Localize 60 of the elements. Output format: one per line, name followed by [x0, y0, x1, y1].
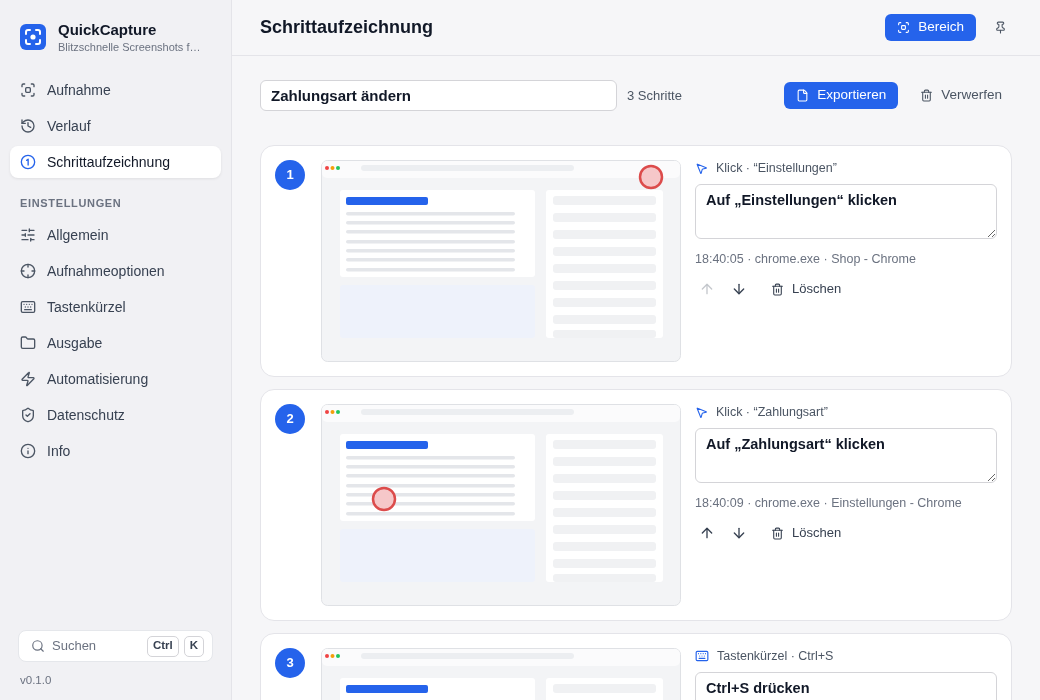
- recording-name-field[interactable]: Zahlungsart ändern: [260, 80, 617, 111]
- step-meta: 18:40:09 · chrome.exe · Einstellungen - Chrome: [695, 495, 963, 511]
- trash-icon: [771, 282, 784, 296]
- keyboard-icon: [20, 299, 36, 315]
- sidebar-item[interactable]: Allgemein: [10, 219, 221, 251]
- step-number: 3: [275, 648, 305, 678]
- search-icon: [31, 639, 45, 653]
- numbered-circle-icon: [20, 154, 36, 170]
- search-field[interactable]: Suchen Ctrl K: [18, 630, 213, 662]
- step-description-field[interactable]: Auf „Zahlungsart“ klicken: [695, 428, 997, 483]
- delete-button[interactable]: Löschen: [765, 519, 848, 547]
- step-action-label: Klick · “Einstellungen”: [716, 159, 837, 177]
- arrow-up-icon: [699, 281, 715, 297]
- shortcut-key: Ctrl: [146, 635, 179, 657]
- sidebar-item[interactable]: Datenschutz: [10, 399, 221, 431]
- trash-icon: [771, 526, 784, 540]
- step-meta: 18:40:05 · chrome.exe · Shop - Chrome: [695, 251, 917, 267]
- trash-icon: [920, 89, 934, 102]
- step-action-label: Klick · “Zahlungsart”: [716, 403, 828, 421]
- lightning-icon: [20, 371, 36, 387]
- delete-button[interactable]: Löschen: [765, 275, 848, 303]
- pin-icon: [993, 21, 1007, 34]
- sidebar-item[interactable]: Verlauf: [10, 110, 221, 142]
- scan-frame-icon: [897, 21, 911, 34]
- app-tagline: Blitzschnelle Screenshots f…: [58, 40, 201, 54]
- step-description-field[interactable]: Ctrl+S drücken: [695, 672, 997, 700]
- pointer-icon: [695, 161, 708, 175]
- sidebar-item[interactable]: Tastenkürzel: [10, 291, 221, 323]
- shortcut-key: K: [183, 635, 204, 657]
- app-name: QuickCapture: [58, 20, 158, 40]
- section-heading: EINSTELLUNGEN: [19, 196, 123, 210]
- sidebar-item[interactable]: Schrittaufzeichnung: [10, 146, 221, 178]
- version-label: v0.1.0: [19, 673, 53, 687]
- arrow-down-icon: [731, 281, 747, 297]
- region-capture-button[interactable]: Bereich: [885, 14, 976, 41]
- discard-button[interactable]: Verwerfen: [910, 82, 1012, 109]
- app-logo-icon: [20, 24, 46, 50]
- step-count: 3 Schritte: [627, 86, 682, 105]
- step-action-label: Tastenkürzel · Ctrl+S: [717, 647, 834, 665]
- sidebar-item[interactable]: Ausgabe: [10, 327, 221, 359]
- sliders-icon: [20, 227, 36, 243]
- step-description-field[interactable]: Auf „Einstellungen“ klicken: [695, 184, 997, 239]
- keyboard-icon: [695, 649, 709, 663]
- pointer-icon: [695, 405, 708, 419]
- step-number: 1: [275, 160, 305, 190]
- sidebar-item[interactable]: Aufnahme: [10, 74, 221, 106]
- shield-check-icon: [20, 407, 36, 423]
- arrow-down-icon: [731, 525, 747, 541]
- sidebar-item[interactable]: Aufnahmeoptionen: [10, 255, 221, 287]
- step-number: 2: [275, 404, 305, 434]
- file-icon: [796, 89, 810, 102]
- sidebar-item[interactable]: Automatisierung: [10, 363, 221, 395]
- info-icon: [20, 443, 36, 459]
- page-title: Schrittaufzeichnung: [260, 16, 433, 39]
- crosshair-icon: [20, 263, 36, 279]
- sidebar-item[interactable]: Info: [10, 435, 221, 467]
- scan-frame-icon: [20, 82, 36, 98]
- history-icon: [20, 118, 36, 134]
- folder-icon: [20, 335, 36, 351]
- export-button[interactable]: Exportieren: [784, 82, 899, 109]
